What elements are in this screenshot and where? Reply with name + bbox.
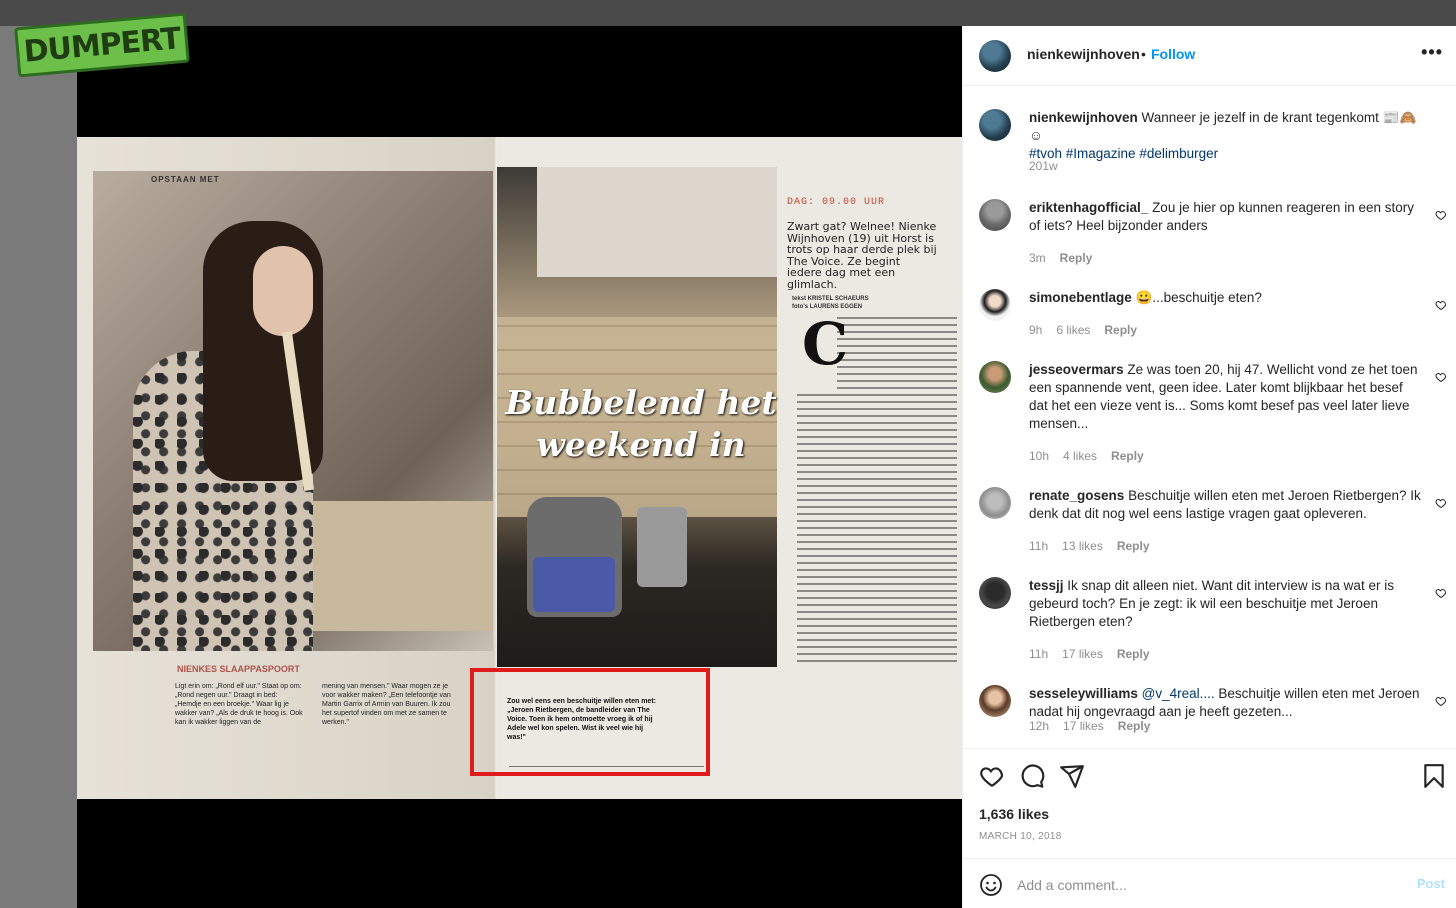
comment-time: 3m (1029, 251, 1046, 265)
like-heart-icon[interactable] (979, 763, 1005, 789)
comment-username[interactable]: tessjj (1029, 578, 1064, 593)
more-options-icon[interactable]: ••• (1421, 42, 1443, 63)
heart-icon[interactable] (1435, 695, 1447, 707)
comment-time: 11h (1029, 647, 1049, 661)
post-media[interactable]: OPSTAAN MET NIENKES SLAAPPASPOORT Ligt e… (77, 26, 962, 908)
headline: Bubbelend het weekend in (505, 383, 777, 464)
caption-username[interactable]: nienkewijnhoven (1029, 110, 1138, 125)
comment-time: 11h (1029, 539, 1049, 553)
reply-button[interactable]: Reply (1117, 539, 1150, 553)
comment-time: 10h (1029, 449, 1050, 463)
article-credits: tekst KRISTEL SCHAEURS foto's LAURENS EG… (792, 296, 869, 310)
comment-username[interactable]: sesseleywilliams (1029, 686, 1138, 701)
avatar[interactable] (979, 487, 1011, 519)
comment-mention[interactable]: @v_4real.... (1142, 686, 1215, 701)
comment-bubble-icon[interactable] (1019, 763, 1045, 789)
reply-button[interactable]: Reply (1060, 251, 1093, 265)
woman-photo (93, 171, 513, 651)
like-count[interactable]: 1,636 likes (979, 806, 1049, 822)
comment-likes[interactable]: 4 likes (1063, 449, 1097, 463)
share-send-icon[interactable] (1059, 763, 1085, 789)
follow-button[interactable]: Follow (1151, 46, 1195, 62)
comment-username[interactable]: jesseovermars (1029, 362, 1124, 377)
avatar[interactable] (979, 199, 1011, 231)
avatar[interactable] (979, 289, 1011, 321)
heart-icon[interactable] (1435, 587, 1447, 599)
reply-button[interactable]: Reply (1104, 323, 1137, 337)
comments-list[interactable]: nienkewijnhoven Wanneer je jezelf in de … (963, 87, 1456, 747)
avatar[interactable] (979, 109, 1011, 141)
comment-likes[interactable]: 17 likes (1062, 647, 1103, 661)
separator-dot: • (1141, 46, 1146, 62)
caption-time: 201w (1029, 159, 1058, 173)
comment-likes[interactable]: 17 likes (1063, 719, 1104, 733)
reply-button[interactable]: Reply (1118, 719, 1151, 733)
comment-likes[interactable]: 6 likes (1056, 323, 1090, 337)
avatar[interactable] (979, 40, 1011, 72)
post-date: MARCH 10, 2018 (979, 831, 1062, 842)
magazine-photo: OPSTAAN MET NIENKES SLAAPPASPOORT Ligt e… (77, 137, 962, 799)
comment-input[interactable] (1017, 872, 1397, 898)
avatar[interactable] (979, 685, 1011, 717)
comment-username[interactable]: eriktenhagofficial_ (1029, 200, 1148, 215)
avatar[interactable] (979, 361, 1011, 393)
add-comment-bar: Post (963, 858, 1456, 908)
bookmark-icon[interactable] (1421, 763, 1447, 789)
post-button[interactable]: Post (1417, 876, 1445, 891)
reply-button[interactable]: Reply (1111, 449, 1144, 463)
comment-text: 😀...beschuitje eten? (1135, 290, 1262, 305)
comment-text: Ik snap dit alleen niet. Want dit interv… (1029, 578, 1394, 629)
comment-username[interactable]: simonebentlage (1029, 290, 1132, 305)
section-label: OPSTAAN MET (151, 175, 220, 184)
comment-likes[interactable]: 13 likes (1062, 539, 1103, 553)
page-background-left (0, 26, 77, 908)
post-caption: nienkewijnhoven Wanneer je jezelf in de … (963, 97, 1456, 177)
sidebar-column-1: Ligt erin om: „Rond elf uur." Staat op o… (175, 683, 303, 726)
heart-icon[interactable] (1435, 209, 1447, 221)
kitchen-photo: Bubbelend het weekend in (497, 167, 777, 667)
post-header: nienkewijnhoven • Follow ••• (963, 26, 1456, 86)
red-highlight-box (470, 668, 710, 776)
sidebar-column-2: mening van mensen." Waar mogen ze je voo… (322, 683, 451, 726)
comment-username[interactable]: renate_gosens (1029, 488, 1124, 503)
heart-icon[interactable] (1435, 371, 1447, 383)
browser-top-bar (0, 0, 1456, 26)
comment-time: 9h (1029, 323, 1043, 337)
article-dropcap: C (802, 310, 849, 378)
reply-button[interactable]: Reply (1117, 647, 1150, 661)
post-side-panel: nienkewijnhoven • Follow ••• nienkewijnh… (962, 26, 1456, 908)
post-username[interactable]: nienkewijnhoven (1027, 46, 1140, 62)
heart-icon[interactable] (1435, 497, 1447, 509)
avatar[interactable] (979, 577, 1011, 609)
article-intro: Zwart gat? Welnee! Nienke Wijnhoven (19)… (787, 220, 937, 291)
magazine-left-page: OPSTAAN MET NIENKES SLAAPPASPOORT Ligt e… (77, 137, 513, 799)
heart-icon[interactable] (1435, 299, 1447, 311)
sidebar-title: NIENKES SLAAPPASPOORT (177, 664, 300, 674)
comment-time: 12h (1029, 719, 1050, 733)
article-time: DAG: 09.00 UUR (787, 197, 886, 208)
post-actions: 1,636 likes MARCH 10, 2018 (963, 748, 1456, 856)
emoji-icon[interactable] (979, 873, 1003, 897)
